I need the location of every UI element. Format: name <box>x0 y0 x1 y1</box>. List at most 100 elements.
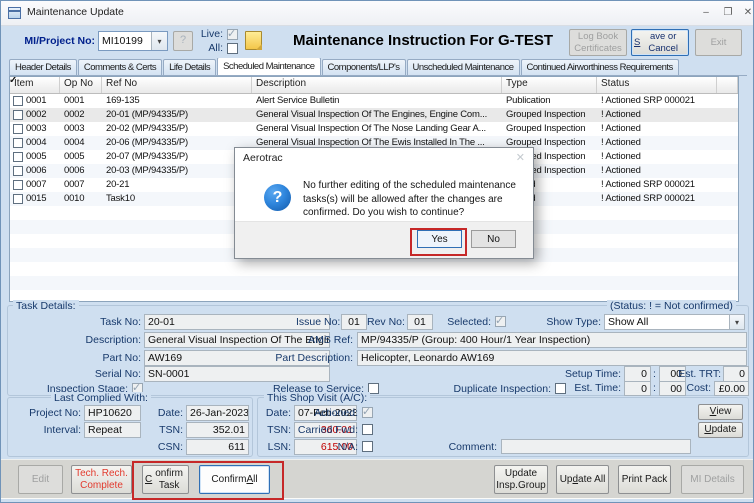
update-button[interactable]: Update <box>698 422 743 438</box>
project-no-label: MI/Project No: <box>24 35 95 47</box>
task-details-group-label: Task Details: <box>13 300 79 312</box>
tech-rech-complete-button[interactable]: Tech. Rech. Complete <box>71 465 132 494</box>
tab-scheduled-maintenance[interactable]: Scheduled Maintenance <box>217 58 321 75</box>
est-trt-field[interactable]: 0 <box>723 366 749 382</box>
lcw-project-no-field[interactable]: HP10620 <box>84 405 141 421</box>
column-header-opno[interactable]: Op No <box>60 77 102 93</box>
cell <box>717 178 738 192</box>
rev-no-field[interactable]: 01 <box>407 314 433 330</box>
mi-details-button[interactable]: MI Details <box>681 465 744 494</box>
part-no-label: Part No: <box>102 352 141 364</box>
row-checkbox[interactable] <box>13 96 23 106</box>
row-checkbox[interactable] <box>13 138 23 148</box>
cell: ! Actioned SRP 000021 <box>601 193 695 204</box>
minimize-icon[interactable]: – <box>697 4 715 21</box>
tab-header-details[interactable]: Header Details <box>9 59 77 75</box>
setup-time-colon: : <box>653 368 656 380</box>
cell: Publication <box>506 95 551 106</box>
row-checkbox[interactable] <box>13 180 23 190</box>
est-time-hours-field[interactable]: 0 <box>624 381 651 396</box>
na-checkbox[interactable] <box>362 441 373 452</box>
cell <box>717 192 738 206</box>
restore-icon[interactable]: ❐ <box>719 4 737 21</box>
cell: 0010 <box>64 193 85 204</box>
rev-no-label: Rev No: <box>367 316 405 328</box>
issue-no-field[interactable]: 01 <box>341 314 367 330</box>
live-checkbox[interactable] <box>227 27 238 40</box>
update-all-button[interactable]: Up d ate All <box>556 465 609 494</box>
all-checkbox[interactable] <box>227 43 238 54</box>
tab-continued-airworthiness-requirements[interactable]: Continued Airworthiness Requirements <box>520 59 679 75</box>
cell: ! Actioned <box>601 165 641 176</box>
cell: 0006 <box>10 164 60 178</box>
cell: 0005 <box>64 151 85 162</box>
last-complied-group-label: Last Complied With: <box>51 392 151 404</box>
cell: 0005 <box>10 150 60 164</box>
comment-field[interactable] <box>501 439 691 454</box>
lcw-tsn-field[interactable]: 352.01 <box>186 422 249 438</box>
description-label: Description: <box>85 334 141 346</box>
ams-ref-field[interactable]: MP/94335/P (Group: 400 Hour/1 Year Inspe… <box>357 332 747 348</box>
cell: ! Actioned <box>601 151 641 162</box>
column-header-item[interactable]: Item <box>10 77 60 93</box>
tsv-tsn-label: TSN: <box>267 424 291 436</box>
cell: 0015 <box>10 192 60 206</box>
row-checkbox[interactable] <box>13 124 23 134</box>
column-header-refno[interactable]: Ref No <box>102 77 252 93</box>
cost-label: Cost: <box>686 382 711 394</box>
cell: ! Actioned <box>601 109 641 120</box>
csn-label: CSN: <box>157 441 183 453</box>
cell: 0006 <box>64 165 85 176</box>
exit-button[interactable]: Exit <box>695 29 742 56</box>
project-no-value: MI10199 <box>102 35 143 47</box>
show-type-dropdown[interactable]: Show All ▾ <box>604 314 745 330</box>
tab-components-llp-s[interactable]: Components/LLP's <box>321 59 406 75</box>
update-insp-group-button[interactable]: Update Insp.Group <box>494 465 548 494</box>
setup-time-hours-field[interactable]: 0 <box>624 366 651 382</box>
cell: Task10 <box>106 193 135 204</box>
print-pack-button[interactable]: Print Pack <box>618 465 671 494</box>
row-checkbox[interactable] <box>13 110 23 120</box>
dialog-title: Aerotrac <box>243 152 283 164</box>
carried-fwd-label: Carried Fwd: <box>297 424 358 436</box>
no-button[interactable]: No <box>471 230 516 248</box>
dialog-close-icon[interactable]: ✕ <box>516 151 525 164</box>
edit-button[interactable]: Edit <box>18 465 63 494</box>
csn-field[interactable]: 611 <box>186 439 249 455</box>
save-or-cancel-button[interactable]: Save or Cancel <box>631 29 689 56</box>
project-no-combobox[interactable]: MI10199 ▾ <box>98 31 168 51</box>
app-icon <box>8 7 21 19</box>
tab-strip: Header Details Comments & Certs Life Detai… <box>9 58 747 76</box>
tab-unscheduled-maintenance[interactable]: Unscheduled Maintenance <box>406 59 520 75</box>
serial-no-field[interactable]: SN-0001 <box>144 366 330 382</box>
table-row[interactable]: 0001 0001 169-135 Alert Service Bulletin Pub… <box>10 94 738 108</box>
column-header-type[interactable]: Type <box>502 77 597 93</box>
cell: 0003 <box>64 123 85 134</box>
lcw-date-field[interactable]: 26-Jan-2023 <box>186 405 249 421</box>
table-row[interactable]: 0003 0003 20-02 (MP/94335/P) General Visual… <box>10 122 738 136</box>
page-title: Maintenance Instruction For G-TEST <box>292 32 554 49</box>
chevron-down-icon[interactable]: ▾ <box>151 32 167 50</box>
log-book-certificates-button[interactable]: Log Book Certificates <box>569 29 627 56</box>
tab-life-details[interactable]: Life Details <box>163 59 217 75</box>
cell: 20-21 <box>106 179 130 190</box>
row-checkbox[interactable] <box>13 152 23 162</box>
interval-field[interactable]: Repeat <box>84 422 141 438</box>
cell: 20-01 (MP/94335/P) <box>106 109 188 120</box>
column-header-description[interactable]: Description <box>252 77 502 93</box>
row-checkbox[interactable] <box>13 166 23 176</box>
task-no-label: Task No: <box>100 316 141 328</box>
cell: ! Actioned SRP 000021 <box>601 179 695 190</box>
tab-comments-certs[interactable]: Comments & Certs <box>77 59 163 75</box>
notes-icon[interactable] <box>245 31 262 50</box>
view-button[interactable]: View <box>698 404 743 420</box>
chevron-down-icon[interactable]: ▾ <box>729 315 744 329</box>
row-checkbox[interactable] <box>13 194 23 204</box>
part-description-field[interactable]: Helicopter, Leonardo AW169 <box>357 350 747 366</box>
cost-field[interactable]: £0.00 <box>714 381 749 396</box>
close-icon[interactable]: ✕ <box>741 4 753 21</box>
cell <box>717 94 738 108</box>
column-header-status[interactable]: Status <box>597 77 717 93</box>
table-row[interactable]: 0002 0002 20-01 (MP/94335/P) General Visual… <box>10 108 738 122</box>
carried-fwd-checkbox[interactable] <box>362 424 373 435</box>
